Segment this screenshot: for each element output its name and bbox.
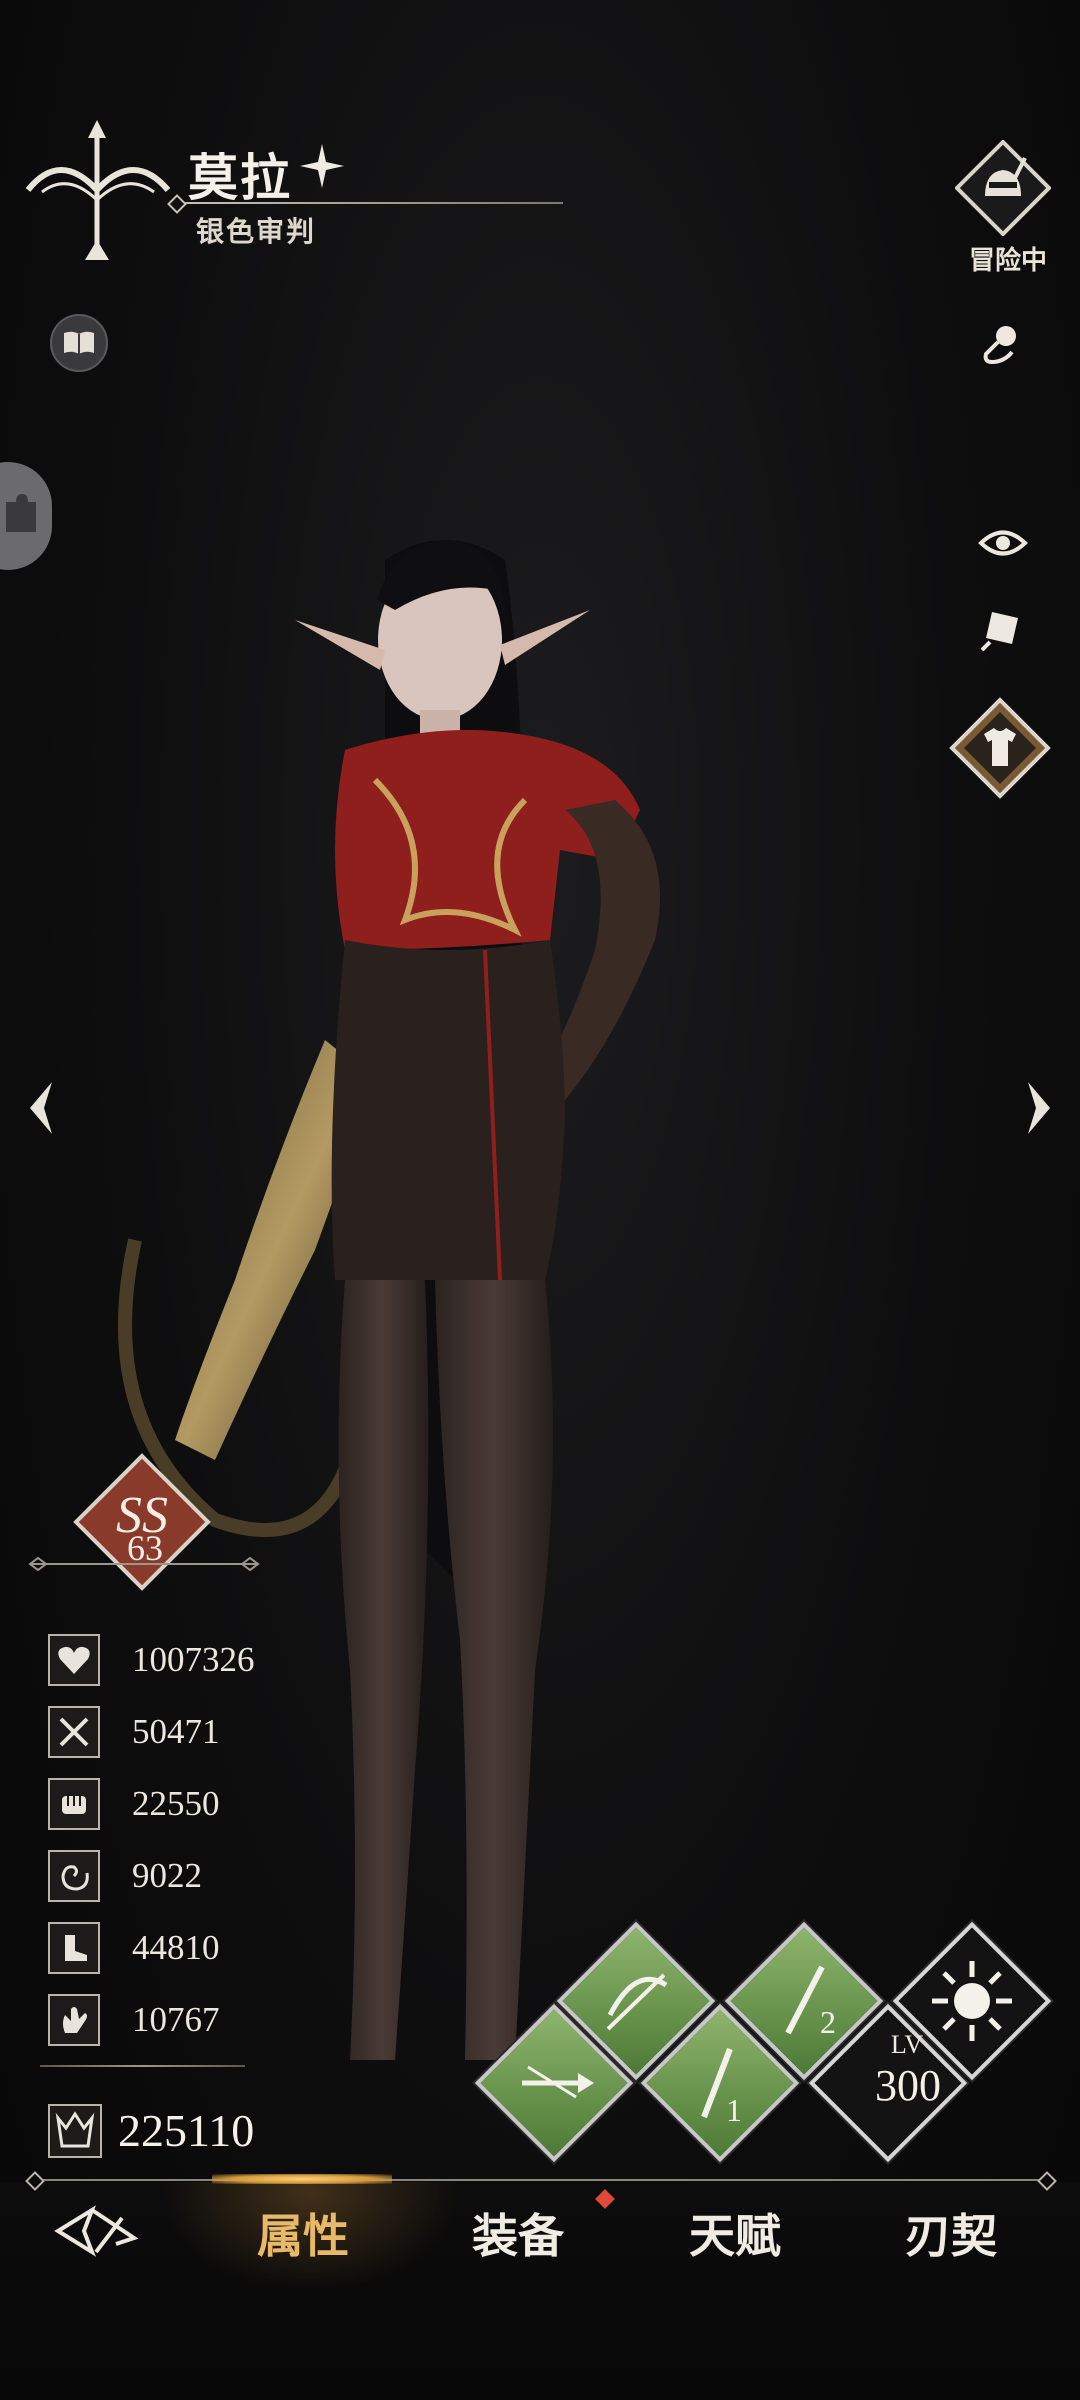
crossed-swords-icon	[48, 1706, 100, 1758]
pin-icon[interactable]	[976, 318, 1028, 370]
character-name: 莫拉	[188, 150, 292, 206]
stat-row-hp: 1007326	[48, 1632, 308, 1688]
class-emblem-icon	[25, 120, 171, 260]
stat-row-dexterity: 10767	[48, 1992, 308, 2048]
skill-level-value: 300	[875, 2061, 941, 2110]
stat-value-magic: 9022	[132, 1856, 202, 1895]
stat-value-speed: 44810	[132, 1928, 220, 1967]
combat-power-value: 225110	[118, 2105, 255, 2156]
stat-value-hp: 1007326	[132, 1640, 255, 1679]
puzzle-icon	[6, 494, 36, 532]
stats-divider	[40, 2065, 245, 2067]
tab-equipment[interactable]: 装备	[443, 2200, 593, 2270]
eye-icon[interactable]	[978, 526, 1028, 560]
boot-icon	[48, 1922, 100, 1974]
stat-row-speed: 44810	[48, 1920, 308, 1976]
stat-row-magic: 9022	[48, 1848, 308, 1904]
character-model	[118, 540, 660, 2060]
awakening-star-icon	[300, 144, 344, 188]
book-icon	[64, 331, 94, 354]
swirl-icon	[48, 1850, 100, 1902]
name-underline	[175, 202, 563, 204]
stat-value-strength: 22550	[132, 1784, 220, 1823]
svg-text:2: 2	[820, 2004, 836, 2040]
outfit-button[interactable]	[948, 696, 1052, 800]
back-icon[interactable]	[52, 2198, 140, 2264]
stat-value-dexterity: 10767	[132, 2000, 220, 2039]
skill-level-label: LV	[890, 2030, 924, 2059]
arrow-volley-skill-icon	[522, 2065, 594, 2099]
active-tab-indicator	[212, 2174, 392, 2184]
next-character-arrow[interactable]	[1018, 1078, 1058, 1138]
combat-power-icon	[48, 2104, 102, 2158]
tab-blade-pact[interactable]: 刃契	[876, 2200, 1026, 2270]
heart-icon	[48, 1634, 100, 1686]
fist-icon	[48, 1778, 100, 1830]
previous-character-arrow[interactable]	[22, 1078, 62, 1138]
dagger-skill-1-icon: 1	[701, 2047, 742, 2128]
codex-button[interactable]	[50, 314, 108, 372]
stat-row-attack: 50471	[48, 1704, 308, 1760]
stat-value-attack: 50471	[132, 1712, 220, 1751]
adventure-status-label: 冒险中	[968, 246, 1047, 275]
tag-icon[interactable]	[978, 604, 1028, 654]
stat-row-strength: 22550	[48, 1776, 308, 1832]
svg-text:1: 1	[726, 2092, 742, 2128]
tab-attributes[interactable]: 属性	[228, 2200, 378, 2270]
hand-icon	[48, 1994, 100, 2046]
character-title: 银色审判	[196, 217, 317, 248]
adventure-status-icon[interactable]	[955, 140, 1051, 236]
side-drawer-tab[interactable]	[0, 462, 52, 570]
rank-level: 63	[127, 1528, 163, 1568]
nav-divider	[30, 2179, 1050, 2181]
tab-talent[interactable]: 天赋	[660, 2200, 810, 2270]
